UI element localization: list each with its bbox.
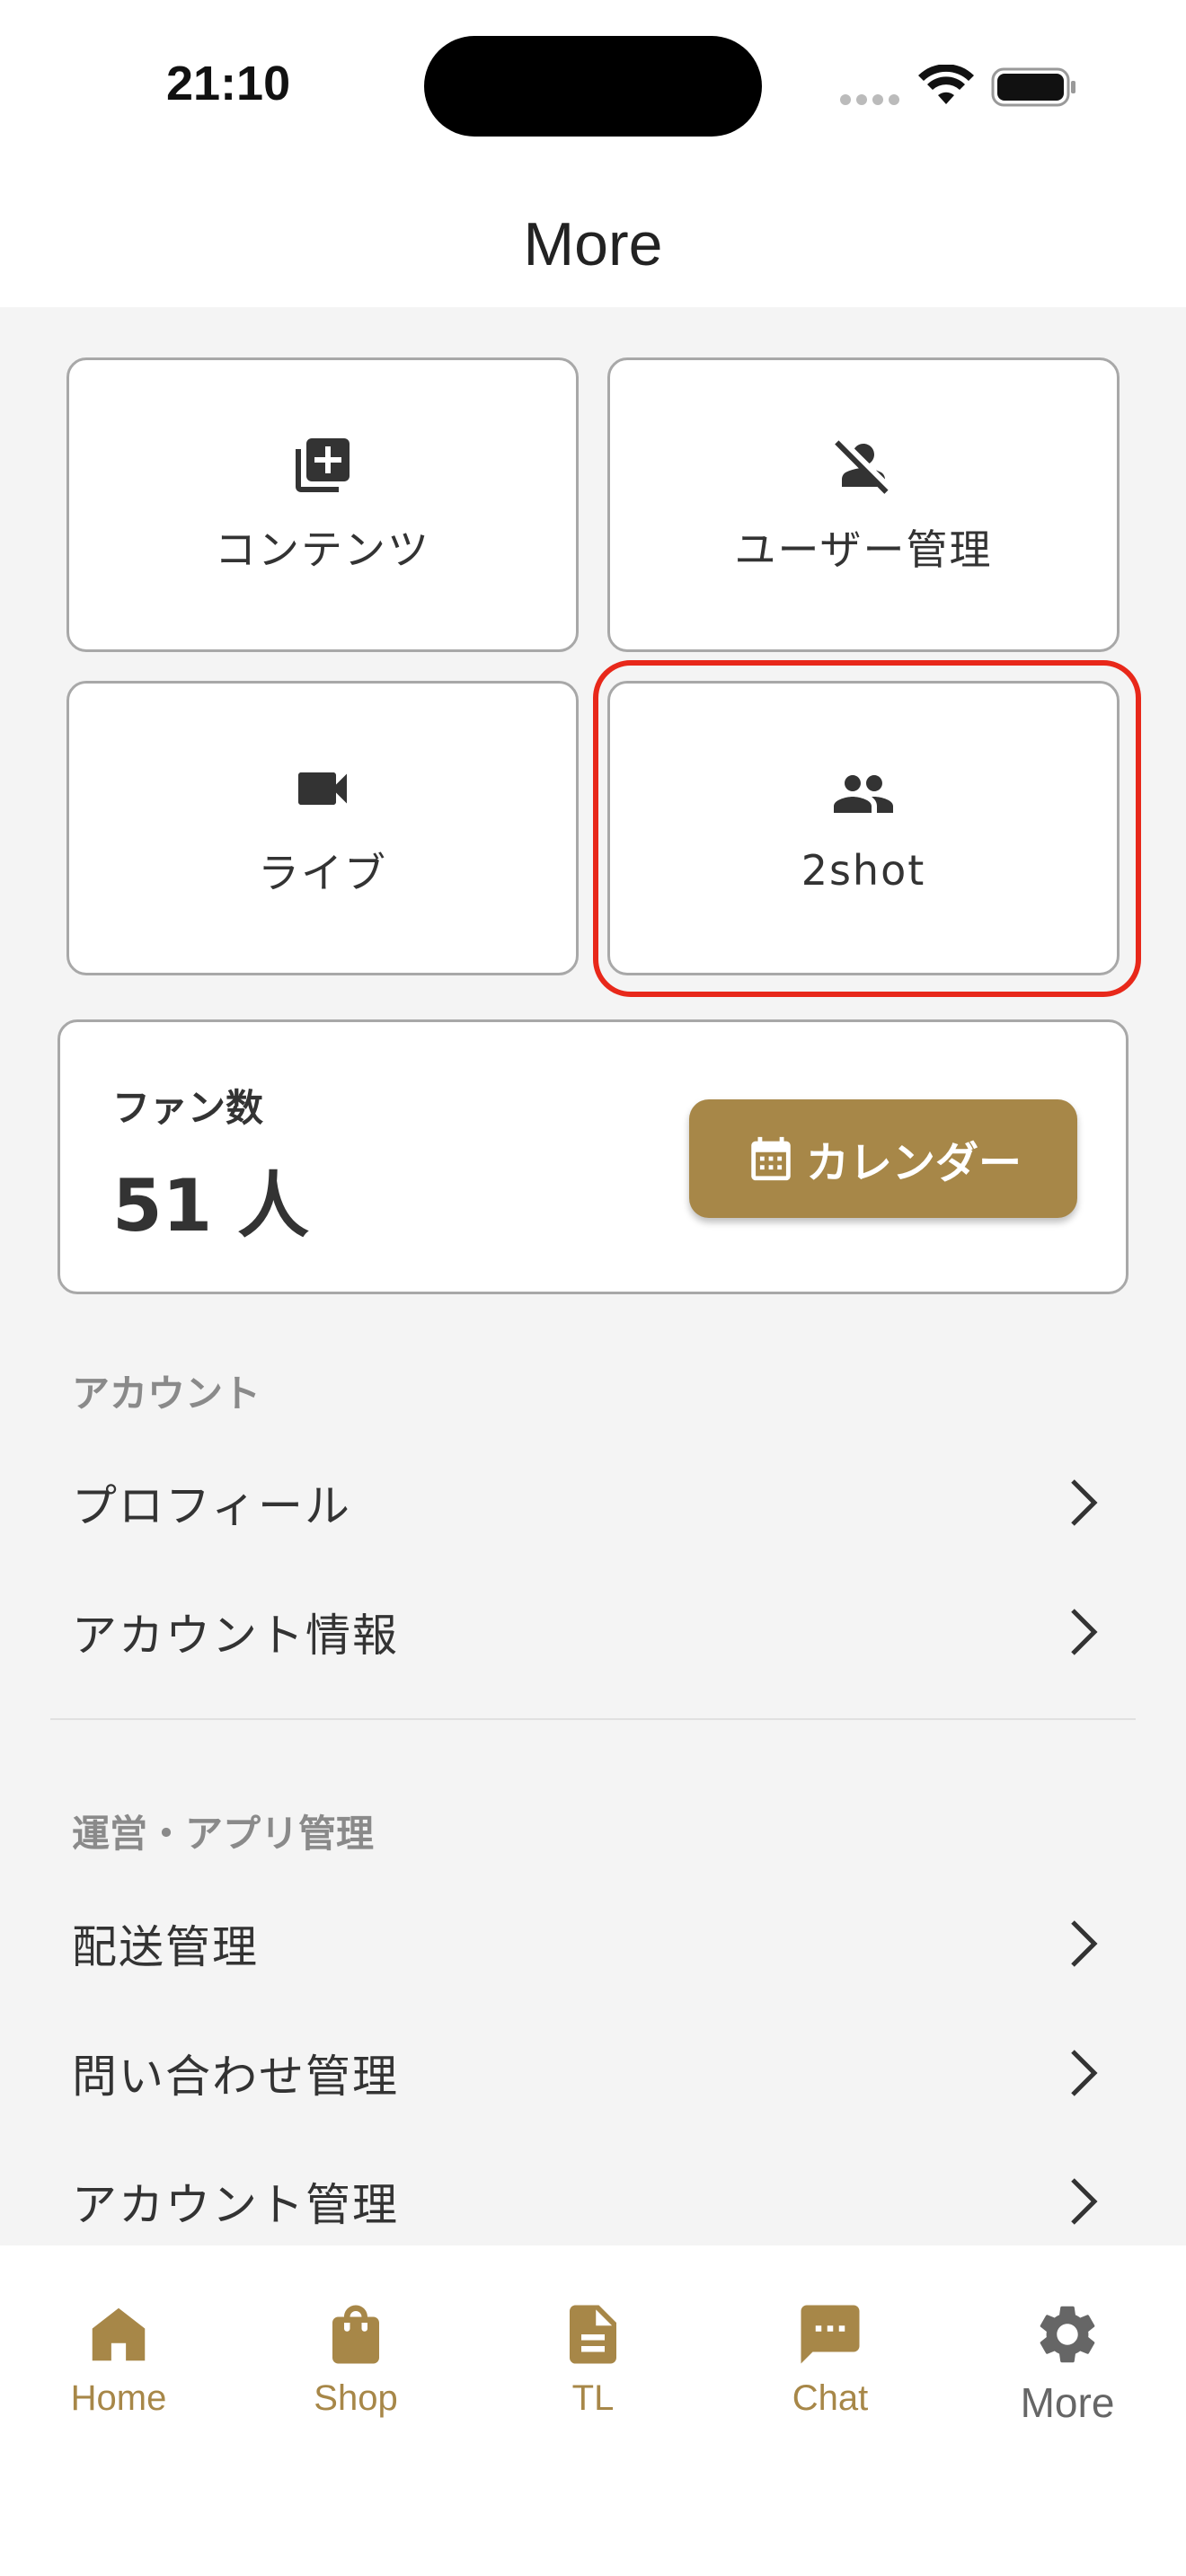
wifi-icon: [918, 65, 974, 104]
chevron-right-icon: [1071, 1479, 1098, 1526]
menu-item-profile[interactable]: プロフィール: [0, 1440, 1186, 1566]
menu-item-label: 問い合わせ管理: [72, 2051, 399, 2103]
dynamic-island: [424, 36, 762, 137]
home-icon: [92, 2307, 146, 2361]
article-icon: [570, 2305, 616, 2364]
nav-more[interactable]: More: [949, 2299, 1186, 2427]
gear-icon: [1040, 2306, 1095, 2363]
person-off-icon: [835, 440, 889, 494]
contents-tile[interactable]: コンテンツ: [66, 357, 579, 652]
fan-count-value: 51 人: [112, 1164, 310, 1248]
chevron-right-icon: [1071, 2050, 1098, 2096]
tile-label: ライブ: [258, 849, 387, 897]
shopping-bag-icon: [332, 2305, 379, 2364]
bottom-nav: Home Shop TL Chat More: [0, 2245, 1186, 2576]
calendar-button[interactable]: カレンダー: [689, 1099, 1077, 1218]
section-header-account: アカウント: [72, 1372, 261, 1416]
user-management-tile[interactable]: ユーザー管理: [607, 357, 1120, 652]
nav-label: Home: [70, 2378, 167, 2418]
calendar-button-label: カレンダー: [805, 1138, 1022, 1188]
highlight-annotation: [593, 660, 1141, 997]
menu-item-label: アカウント管理: [72, 2179, 399, 2231]
cellular-signal-icon: [840, 94, 899, 105]
nav-label: Shop: [314, 2378, 398, 2418]
fan-count-label: ファン数: [112, 1086, 264, 1130]
chevron-right-icon: [1071, 2178, 1098, 2225]
calendar-icon: [751, 1136, 791, 1181]
videocam-icon: [298, 772, 347, 805]
nav-home[interactable]: Home: [0, 2299, 237, 2419]
menu-item-account-info[interactable]: アカウント情報: [0, 1569, 1186, 1695]
library-add-icon: [296, 438, 350, 492]
nav-chat[interactable]: Chat: [712, 2299, 949, 2419]
header: More: [0, 171, 1186, 307]
nav-shop[interactable]: Shop: [237, 2299, 474, 2419]
section-header-operations: 運営・アプリ管理: [72, 1812, 375, 1856]
menu-item-inquiries[interactable]: 問い合わせ管理: [0, 2010, 1186, 2136]
section-divider: [50, 1718, 1136, 1720]
status-time: 21:10: [166, 57, 291, 110]
nav-timeline[interactable]: TL: [474, 2299, 712, 2419]
menu-item-label: 配送管理: [72, 1921, 259, 1973]
status-bar: 21:10: [0, 0, 1186, 171]
chevron-right-icon: [1071, 1920, 1098, 1967]
nav-label: TL: [571, 2378, 615, 2418]
nav-label: More: [1020, 2379, 1115, 2426]
live-tile[interactable]: ライブ: [66, 681, 579, 975]
chevron-right-icon: [1071, 1609, 1098, 1655]
tile-label: コンテンツ: [215, 525, 430, 574]
tile-label: ユーザー管理: [734, 525, 993, 574]
nav-label: Chat: [792, 2378, 869, 2418]
menu-item-label: プロフィール: [72, 1480, 351, 1532]
menu-item-shipping[interactable]: 配送管理: [0, 1881, 1186, 2007]
battery-icon: [991, 67, 1075, 107]
chat-icon: [801, 2305, 860, 2364]
page-title: More: [523, 210, 663, 278]
menu-item-label: アカウント情報: [72, 1610, 399, 1662]
fan-count-card: ファン数 51 人 カレンダー: [58, 1019, 1128, 1294]
